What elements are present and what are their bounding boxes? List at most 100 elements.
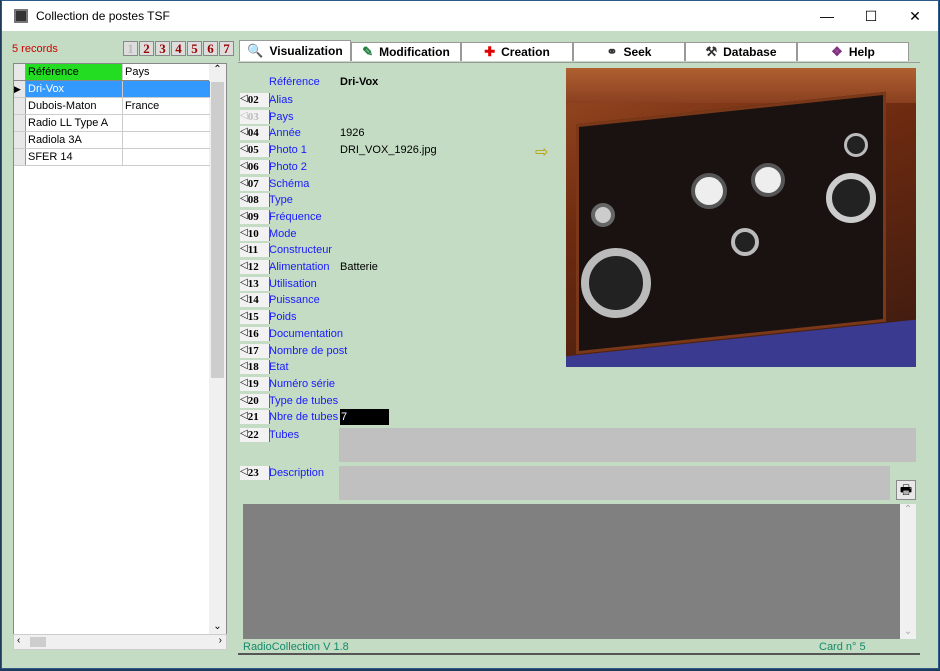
tab-creation[interactable]: ✚ Creation xyxy=(461,42,573,61)
page-button-5[interactable]: 5 xyxy=(187,41,202,56)
field-number: 14 xyxy=(247,293,270,308)
scroll-down-icon[interactable]: ⌄ xyxy=(900,626,916,637)
cell-reference[interactable]: Radio LL Type A xyxy=(26,115,123,131)
cell-pays[interactable] xyxy=(123,81,210,97)
field-button-23[interactable]: ◁ 23 xyxy=(240,466,270,480)
field-button-04[interactable]: ◁ 04 xyxy=(240,126,270,141)
field-button-02[interactable]: ◁ 02 xyxy=(240,93,270,107)
field-value[interactable]: 7 xyxy=(340,409,389,426)
grid-horizontal-scrollbar[interactable]: ‹ › xyxy=(13,634,227,650)
row-indicator xyxy=(14,132,26,148)
field-number: 20 xyxy=(247,393,270,408)
field-button-06[interactable]: ◁ 06 xyxy=(240,159,270,174)
page-button-3[interactable]: 3 xyxy=(155,41,170,56)
maximize-button[interactable]: ☐ xyxy=(848,1,894,31)
field-button-16[interactable]: ◁ 16 xyxy=(240,326,270,341)
tab-modification[interactable]: ✎ Modification xyxy=(351,42,461,61)
field-label: Tubes xyxy=(269,429,300,441)
field-number: 16 xyxy=(247,326,270,341)
field-label: Puissance xyxy=(269,294,320,307)
field-button-07[interactable]: ◁ 07 xyxy=(240,176,270,191)
cell-reference[interactable]: Dubois-Maton xyxy=(26,98,123,114)
scroll-down-icon[interactable]: ⌄ xyxy=(209,621,226,632)
cell-reference[interactable]: SFER 14 xyxy=(26,149,123,165)
field-button-08[interactable]: ◁ 08 xyxy=(240,193,270,208)
grid-row[interactable]: Dubois-Maton France xyxy=(14,98,210,115)
edit-icon: ✎ xyxy=(362,44,374,59)
field-button-18[interactable]: ◁ 18 xyxy=(240,360,270,375)
grid-row[interactable]: Radio LL Type A xyxy=(14,115,210,132)
page-button-6[interactable]: 6 xyxy=(203,41,218,56)
left-arrow-icon: ◁ xyxy=(240,293,248,308)
left-arrow-icon: ◁ xyxy=(240,93,248,107)
field-button-15[interactable]: ◁ 15 xyxy=(240,310,270,325)
grid-vertical-scrollbar[interactable]: ⌃ ⌄ xyxy=(209,64,226,634)
field-label: Constructeur xyxy=(269,244,332,257)
cell-pays[interactable]: France xyxy=(123,98,210,114)
field-button-03[interactable]: ◁ 03 xyxy=(240,109,270,124)
scroll-right-icon[interactable]: › xyxy=(219,635,222,646)
row-indicator: ▶ xyxy=(14,81,26,97)
field-button-11[interactable]: ◁ 11 xyxy=(240,243,270,258)
notes-scrollbar[interactable]: ⌃ ⌄ xyxy=(900,504,916,639)
page-buttons: 1234567 xyxy=(123,41,235,56)
hscroll-thumb[interactable] xyxy=(30,637,46,647)
tab-database[interactable]: ⚒ Database xyxy=(685,42,797,61)
cell-pays[interactable] xyxy=(123,149,210,165)
field-label: Numéro série xyxy=(269,377,336,390)
page-button-2[interactable]: 2 xyxy=(139,41,154,56)
print-button[interactable]: 🖶 xyxy=(896,480,916,500)
field-button-22[interactable]: ◁ 22 xyxy=(240,428,270,442)
field-button-20[interactable]: ◁ 20 xyxy=(240,393,270,408)
window-title: Collection de postes TSF xyxy=(36,9,170,23)
records-grid[interactable]: Référence Pays ⌃ ⌄ ▶ Dri-Vox Dubois-Maton F… xyxy=(13,63,227,635)
tab-seek[interactable]: ⚭ Seek xyxy=(573,42,685,61)
cell-reference[interactable]: Radiola 3A xyxy=(26,132,123,148)
minimize-button[interactable]: — xyxy=(804,1,850,31)
field-button-19[interactable]: ◁ 19 xyxy=(240,376,270,391)
description-memo[interactable] xyxy=(339,466,890,500)
grid-row[interactable]: SFER 14 xyxy=(14,149,210,166)
reference-label: Référence xyxy=(269,76,320,88)
tab-help[interactable]: ❖ Help xyxy=(797,42,909,61)
next-photo-arrow-icon[interactable]: ⇨ xyxy=(535,142,548,162)
tab-visualization[interactable]: 🔍 Visualization xyxy=(239,40,351,61)
left-arrow-icon: ◁ xyxy=(240,360,248,375)
cell-pays[interactable] xyxy=(123,132,210,148)
cell-pays[interactable] xyxy=(123,115,210,131)
cell-reference[interactable]: Dri-Vox xyxy=(26,81,123,97)
field-label: Utilisation xyxy=(269,277,317,290)
page-button-4[interactable]: 4 xyxy=(171,41,186,56)
radio-photo[interactable] xyxy=(566,68,916,367)
column-header-pays[interactable]: Pays xyxy=(123,64,210,80)
grid-row[interactable]: Radiola 3A xyxy=(14,132,210,149)
field-label: Documentation xyxy=(269,327,343,340)
tab-label: Seek xyxy=(623,45,652,59)
grid-row[interactable]: ▶ Dri-Vox xyxy=(14,81,210,98)
scroll-left-icon[interactable]: ‹ xyxy=(17,635,20,646)
field-button-05[interactable]: ◁ 05 xyxy=(240,143,270,158)
field-button-10[interactable]: ◁ 10 xyxy=(240,226,270,241)
reference-value: Dri-Vox xyxy=(340,76,379,88)
scroll-up-icon[interactable]: ⌃ xyxy=(209,64,226,75)
page-button-1[interactable]: 1 xyxy=(123,41,138,56)
left-arrow-icon: ◁ xyxy=(240,376,248,391)
column-header-reference[interactable]: Référence xyxy=(26,64,123,80)
field-button-17[interactable]: ◁ 17 xyxy=(240,343,270,358)
app-icon xyxy=(14,9,28,23)
field-button-12[interactable]: ◁ 12 xyxy=(240,260,270,274)
field-button-14[interactable]: ◁ 14 xyxy=(240,293,270,308)
field-label: Nbre de tubes xyxy=(269,411,339,424)
close-button[interactable]: ✕ xyxy=(892,1,938,31)
field-button-21[interactable]: ◁ 21 xyxy=(240,410,270,425)
scroll-thumb[interactable] xyxy=(211,82,224,378)
page-button-7[interactable]: 7 xyxy=(219,41,234,56)
book-icon: ❖ xyxy=(831,44,843,59)
field-number: 06 xyxy=(247,159,270,174)
tubes-memo[interactable] xyxy=(339,428,916,462)
notes-area[interactable] xyxy=(243,504,900,639)
field-number: 08 xyxy=(247,193,270,208)
scroll-up-icon[interactable]: ⌃ xyxy=(900,504,916,515)
field-button-09[interactable]: ◁ 09 xyxy=(240,209,270,224)
field-button-13[interactable]: ◁ 13 xyxy=(240,276,270,291)
